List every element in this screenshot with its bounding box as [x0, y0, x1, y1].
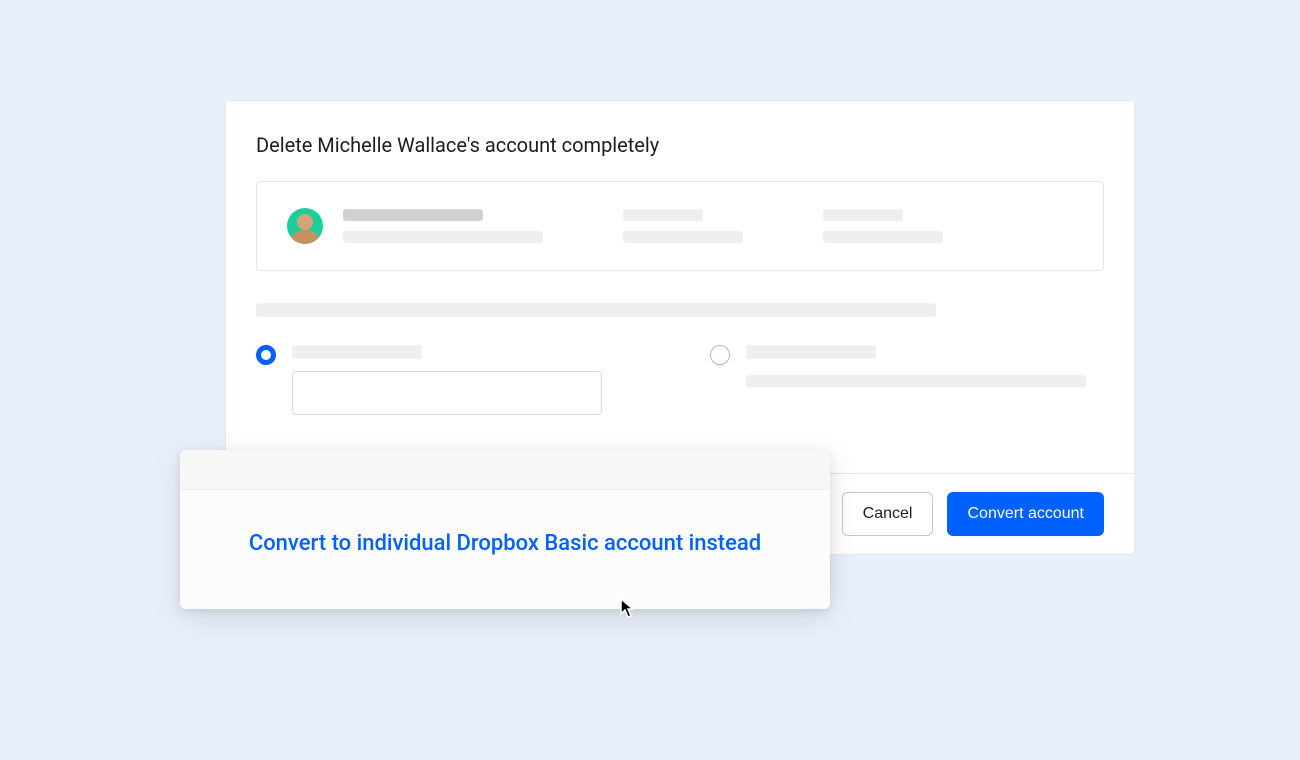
popup-header [180, 450, 830, 490]
placeholder-text [343, 231, 543, 243]
description-placeholder [256, 303, 936, 317]
transfer-owner-select[interactable] [292, 371, 602, 415]
options-row [256, 345, 1104, 415]
option-delete[interactable] [256, 345, 650, 415]
user-stat-column [623, 209, 743, 243]
convert-popup: Convert to individual Dropbox Basic acco… [180, 450, 830, 609]
user-name-column [343, 209, 543, 243]
user-avatar [287, 208, 323, 244]
cancel-button[interactable]: Cancel [842, 492, 934, 536]
placeholder-text [823, 209, 903, 221]
user-info-columns [343, 209, 1073, 243]
user-stat-column [823, 209, 943, 243]
placeholder-text [823, 231, 943, 243]
popup-body: Convert to individual Dropbox Basic acco… [180, 490, 830, 609]
placeholder-text [343, 209, 483, 221]
dialog-title: Delete Michelle Wallace's account comple… [226, 101, 1134, 181]
option-description-placeholder [746, 375, 1086, 387]
placeholder-text [623, 231, 743, 243]
option-label-placeholder [746, 345, 876, 359]
radio-unselected[interactable] [710, 345, 730, 365]
option-label-placeholder [292, 345, 422, 359]
convert-account-button[interactable]: Convert account [947, 492, 1104, 536]
radio-selected[interactable] [256, 345, 276, 365]
convert-to-basic-link[interactable]: Convert to individual Dropbox Basic acco… [220, 526, 790, 561]
placeholder-text [623, 209, 703, 221]
user-info-card [256, 181, 1104, 271]
option-suspend[interactable] [710, 345, 1104, 415]
